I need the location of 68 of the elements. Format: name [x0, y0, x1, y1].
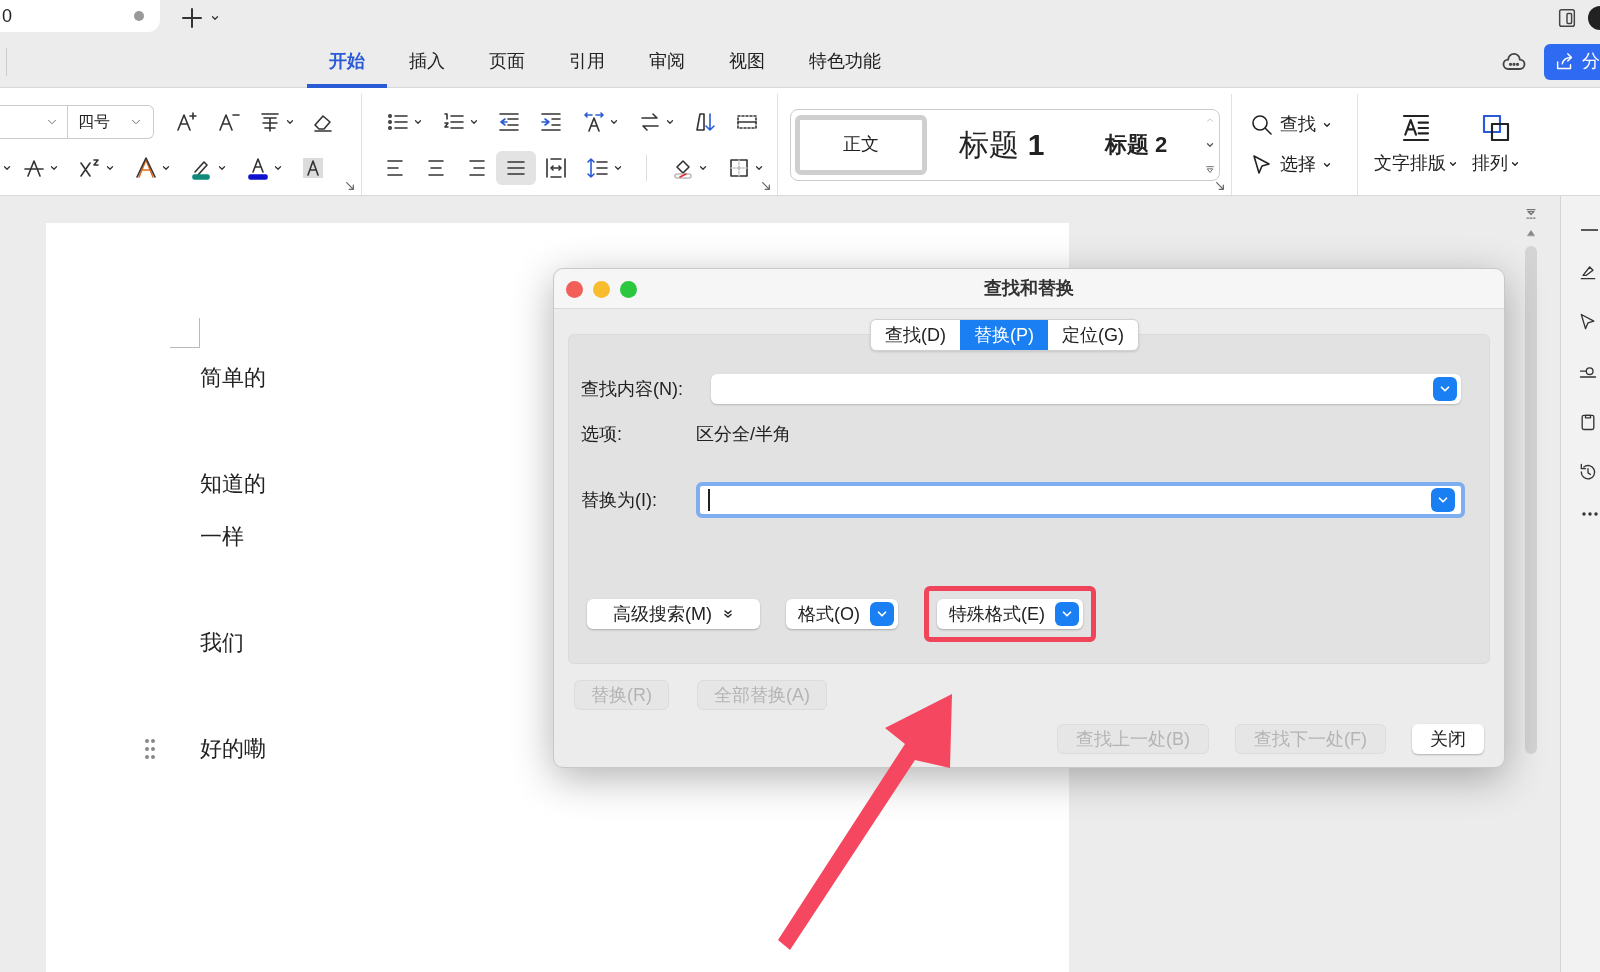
drag-handle-icon[interactable]: [144, 738, 156, 760]
minus-icon: [1580, 228, 1598, 232]
distribute-icon: [544, 155, 568, 180]
style-preset[interactable]: 正文: [795, 114, 927, 175]
justify-button[interactable]: [496, 150, 536, 185]
ribbon-tab[interactable]: 视图: [707, 35, 787, 88]
text-layout-icon: [1400, 112, 1432, 144]
ribbon-tab[interactable]: 特色功能: [787, 35, 903, 88]
document-tab[interactable]: 0: [0, 0, 160, 32]
dialog-launcher-icon: [761, 181, 771, 191]
select-button[interactable]: 选择: [1250, 147, 1357, 182]
font-size-value: 四号: [78, 111, 110, 132]
caret-icon: [210, 13, 220, 23]
new-tab-button[interactable]: [180, 6, 220, 30]
window-title: 查找和替换: [984, 277, 1074, 300]
margin-corner-mark: [170, 318, 200, 348]
account-avatar[interactable]: [1588, 6, 1600, 30]
scroll-up-icon: [1526, 228, 1536, 238]
dialog-launcher-icon: [345, 181, 355, 191]
overlapping-squares-icon: [1480, 112, 1512, 144]
dialog-tab[interactable]: 替换(P): [960, 320, 1048, 350]
character-shading-icon: [301, 155, 325, 180]
line-spacing-icon: [585, 155, 610, 180]
dialog-launcher-icon: [1215, 181, 1225, 191]
font-color-icon: [245, 155, 270, 180]
dropdown-button[interactable]: 格式(O): [786, 599, 898, 629]
font-grow-icon: [175, 109, 199, 134]
plus-icon: [180, 6, 204, 30]
dialog-button[interactable]: 关闭: [1412, 724, 1484, 754]
dropdown-button[interactable]: 特殊格式(E): [937, 599, 1083, 629]
field-label: 替换为(I):: [581, 488, 658, 512]
font-size-combo[interactable]: 四号: [68, 104, 154, 139]
history-icon: [1578, 462, 1598, 482]
text-layout-button[interactable]: 文字排版: [1374, 112, 1458, 177]
search-icon: [1250, 112, 1274, 137]
paragraph-text: 好的嘞: [200, 735, 266, 763]
menu-button[interactable]: 高级搜索(M): [587, 599, 760, 629]
scrollbar-thumb[interactable]: [1525, 246, 1537, 754]
ribbon-tab[interactable]: 引用: [547, 35, 627, 88]
find-input-field[interactable]: [711, 374, 1461, 404]
style-preset[interactable]: 标题 1: [927, 114, 1077, 175]
text-cursor: [708, 489, 710, 511]
paragraph-text: 简单的: [200, 364, 266, 392]
paragraph-text: 一样: [200, 523, 244, 551]
dialog-tab[interactable]: 查找(D): [871, 320, 960, 350]
double-caret-icon: [722, 608, 734, 620]
field-label: 查找内容(N):: [581, 377, 684, 401]
tablet-icon: [1556, 7, 1578, 29]
close-window-button[interactable]: [566, 281, 583, 298]
arrange-button[interactable]: 排列: [1472, 112, 1520, 177]
ribbon-tab[interactable]: 审阅: [627, 35, 707, 88]
style-preset[interactable]: 标题 2: [1077, 114, 1195, 175]
ribbon-tab[interactable]: 插入: [387, 35, 467, 88]
paragraph-text: 知道的: [200, 470, 266, 498]
more-icon: [1582, 512, 1598, 516]
field-label: 选项:: [581, 422, 623, 446]
expand-gallery-icon: [1205, 164, 1215, 175]
replace-input-field[interactable]: [696, 482, 1465, 518]
text-direction-icon: [581, 109, 606, 134]
text-effect-icon: [133, 155, 158, 180]
collapse-icon: [1525, 208, 1537, 220]
find-button[interactable]: 查找: [1250, 107, 1357, 142]
document-tab-title: 0: [2, 7, 12, 25]
ribbon-tab[interactable]: 页面: [467, 35, 547, 88]
options-value: 区分全/半角: [696, 422, 791, 446]
paragraph-text: 我们: [200, 629, 244, 657]
share-button[interactable]: 分: [1544, 43, 1600, 80]
dialog-tab[interactable]: 定位(G): [1048, 320, 1138, 350]
